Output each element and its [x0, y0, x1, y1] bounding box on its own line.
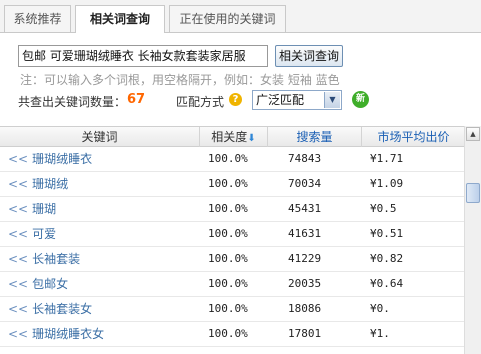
- search-volume-cell: 17801: [288, 327, 322, 340]
- keyword-link[interactable]: 长袖套装: [32, 252, 80, 266]
- relevance-cell: 100.0%: [208, 152, 248, 165]
- match-mode-value: 广泛匹配: [256, 93, 305, 107]
- header-relevance-label: 相关度: [211, 130, 248, 144]
- keyword-count-label: 共查出关键词数量：: [18, 95, 127, 109]
- double-chevron-left-icon[interactable]: <<: [8, 327, 28, 341]
- search-volume-cell: 41229: [288, 252, 322, 265]
- table-row: << 长袖套装女 100.0% 18086 ¥0.: [0, 297, 465, 322]
- tab-related-query[interactable]: 相关词查询: [75, 5, 165, 34]
- relevance-cell: 100.0%: [208, 277, 248, 290]
- double-chevron-left-icon[interactable]: <<: [8, 277, 28, 291]
- match-mode-select[interactable]: 广泛匹配 ▼: [252, 90, 342, 110]
- keyword-cell: << 珊瑚绒睡衣女: [8, 322, 198, 346]
- keyword-cell: << 长袖套装女: [8, 297, 198, 321]
- help-icon[interactable]: ?: [229, 93, 242, 106]
- keyword-cell: << 珊瑚绒: [8, 172, 198, 196]
- header-avg-price[interactable]: 市场平均出价: [362, 127, 465, 147]
- keyword-table: 关键词 相关度⬇ 搜索量 市场平均出价 << 珊瑚绒睡衣 100.0% 74843 ¥1…: [0, 126, 481, 354]
- relevance-cell: 100.0%: [208, 302, 248, 315]
- related-query-panel: 包邮 可爱珊瑚绒睡衣 长袖女款套装家居服 相关词查询 注：可以输入多个词根，用空…: [0, 33, 481, 354]
- keyword-cell: << 包邮女: [8, 272, 198, 296]
- search-volume-cell: 70034: [288, 177, 322, 190]
- keyword-link[interactable]: 珊瑚绒睡衣: [32, 152, 92, 166]
- table-row: << 包邮女 100.0% 20035 ¥0.64: [0, 272, 465, 297]
- relevance-cell: 100.0%: [208, 177, 248, 190]
- chevron-down-icon[interactable]: ▼: [324, 92, 340, 108]
- double-chevron-left-icon[interactable]: <<: [8, 152, 28, 166]
- header-search-volume[interactable]: 搜索量: [268, 127, 362, 147]
- search-volume-cell: 45431: [288, 202, 322, 215]
- avg-price-cell: ¥0.5: [370, 202, 397, 215]
- search-volume-cell: 18086: [288, 302, 322, 315]
- avg-price-cell: ¥0.64: [370, 277, 404, 290]
- keyword-link[interactable]: 长袖套装女: [32, 302, 92, 316]
- keyword-query-input[interactable]: 包邮 可爱珊瑚绒睡衣 长袖女款套装家居服: [18, 45, 268, 67]
- double-chevron-left-icon[interactable]: <<: [8, 302, 28, 316]
- relevance-cell: 100.0%: [208, 252, 248, 265]
- relevance-cell: 100.0%: [208, 227, 248, 240]
- table-row: << 长袖套装 100.0% 41229 ¥0.82: [0, 247, 465, 272]
- keyword-link[interactable]: 珊瑚绒睡衣女: [32, 327, 104, 341]
- sort-down-icon[interactable]: ⬇: [247, 133, 255, 144]
- search-volume-cell: 20035: [288, 277, 322, 290]
- avg-price-cell: ¥1.09: [370, 177, 404, 190]
- keyword-cell: << 珊瑚: [8, 197, 198, 221]
- keyword-link[interactable]: 珊瑚绒: [32, 177, 68, 191]
- keyword-count-value: 67: [127, 92, 146, 107]
- avg-price-cell: ¥0.82: [370, 252, 404, 265]
- double-chevron-left-icon[interactable]: <<: [8, 252, 28, 266]
- double-chevron-left-icon[interactable]: <<: [8, 177, 28, 191]
- input-hint: 注：可以输入多个词根，用空格隔开，例如：女装 短袖 蓝色: [20, 73, 340, 87]
- search-volume-cell: 41631: [288, 227, 322, 240]
- new-badge-icon: 新: [352, 91, 369, 108]
- keyword-link[interactable]: 珊瑚: [32, 202, 56, 216]
- search-volume-cell: 74843: [288, 152, 322, 165]
- related-query-button[interactable]: 相关词查询: [275, 45, 343, 67]
- relevance-cell: 100.0%: [208, 202, 248, 215]
- table-row: << 可爱 100.0% 41631 ¥0.51: [0, 222, 465, 247]
- table-row: << 珊瑚绒 100.0% 70034 ¥1.09: [0, 172, 465, 197]
- double-chevron-left-icon[interactable]: <<: [8, 227, 28, 241]
- match-mode-label: 匹配方式: [176, 95, 225, 109]
- scroll-thumb[interactable]: [466, 183, 480, 203]
- double-chevron-left-icon[interactable]: <<: [8, 202, 28, 216]
- keyword-link[interactable]: 可爱: [32, 227, 56, 241]
- table-header: 关键词 相关度⬇ 搜索量 市场平均出价: [0, 126, 465, 147]
- table-row: << 珊瑚 100.0% 45431 ¥0.5: [0, 197, 465, 222]
- keyword-cell: << 可爱: [8, 222, 198, 246]
- tab-system-recommend[interactable]: 系统推荐: [4, 5, 71, 33]
- relevance-cell: 100.0%: [208, 327, 248, 340]
- header-keyword: 关键词: [0, 127, 200, 147]
- scroll-up-icon[interactable]: ▲: [466, 127, 480, 141]
- avg-price-cell: ¥0.51: [370, 227, 404, 240]
- avg-price-cell: ¥1.71: [370, 152, 404, 165]
- tab-bar: 系统推荐 相关词查询 正在使用的关键词: [0, 0, 481, 34]
- tab-keywords-in-use[interactable]: 正在使用的关键词: [169, 5, 286, 33]
- keyword-cell: << 长袖套装: [8, 247, 198, 271]
- table-row: << 珊瑚绒睡衣女 100.0% 17801 ¥1.: [0, 322, 465, 347]
- avg-price-cell: ¥0.: [370, 302, 390, 315]
- keyword-cell: << 珊瑚绒睡衣: [8, 147, 198, 171]
- table-scrollbar[interactable]: ▲: [464, 126, 481, 354]
- keyword-link[interactable]: 包邮女: [32, 277, 68, 291]
- header-relevance[interactable]: 相关度⬇: [200, 127, 268, 147]
- avg-price-cell: ¥1.: [370, 327, 390, 340]
- table-row: << 珊瑚绒睡衣 100.0% 74843 ¥1.71: [0, 147, 465, 172]
